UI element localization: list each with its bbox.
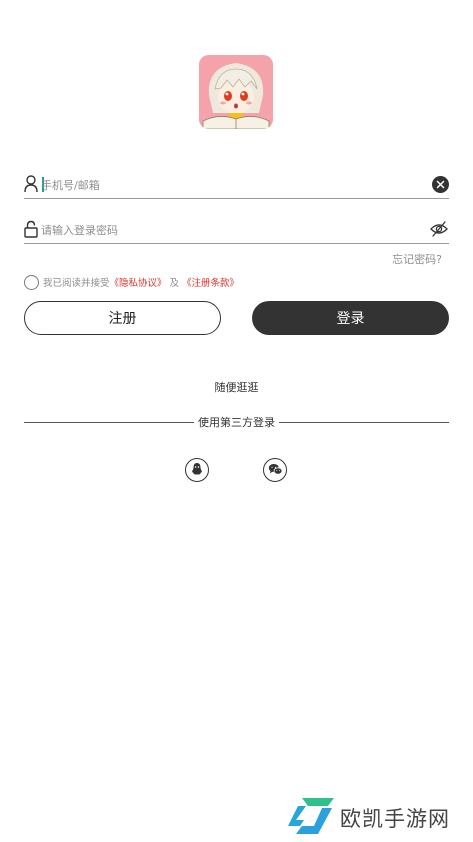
wechat-login-button[interactable] <box>263 458 287 482</box>
password-field[interactable] <box>24 217 449 244</box>
qq-icon <box>190 461 204 480</box>
eye-hidden-icon[interactable] <box>429 220 449 238</box>
password-input[interactable] <box>41 220 421 240</box>
lock-icon <box>24 220 40 238</box>
agreement-checkbox[interactable] <box>24 274 39 290</box>
divider-line-right <box>279 421 449 423</box>
register-button[interactable]: 注册 <box>24 301 221 335</box>
forgot-password-link[interactable]: 忘记密码? <box>392 251 442 267</box>
third-party-divider: 使用第三方登录 <box>24 414 449 430</box>
agreement-and: 及 <box>169 278 180 289</box>
account-input[interactable] <box>41 175 421 195</box>
site-watermark: 欧凯手游网 <box>288 796 468 836</box>
privacy-policy-link[interactable]: 《隐私协议》 <box>110 275 167 289</box>
login-button[interactable]: 登录 <box>252 301 449 335</box>
account-field[interactable] <box>24 172 449 199</box>
agreement-prefix: 我已阅读并接受 <box>43 278 110 289</box>
qq-login-button[interactable] <box>185 458 209 482</box>
third-party-label: 使用第三方登录 <box>198 416 275 429</box>
app-avatar <box>199 55 273 129</box>
terms-link[interactable]: 《注册条款》 <box>182 275 239 289</box>
clear-icon[interactable] <box>432 176 449 193</box>
divider-line-left <box>24 421 194 423</box>
browse-link[interactable]: 随便逛逛 <box>0 379 473 395</box>
wechat-icon <box>268 461 283 480</box>
watermark-text: 欧凯手游网 <box>340 807 450 831</box>
agreement-row: 我已阅读并接受 《隐私协议》 及 《注册条款》 <box>24 272 239 292</box>
user-icon <box>24 175 40 193</box>
